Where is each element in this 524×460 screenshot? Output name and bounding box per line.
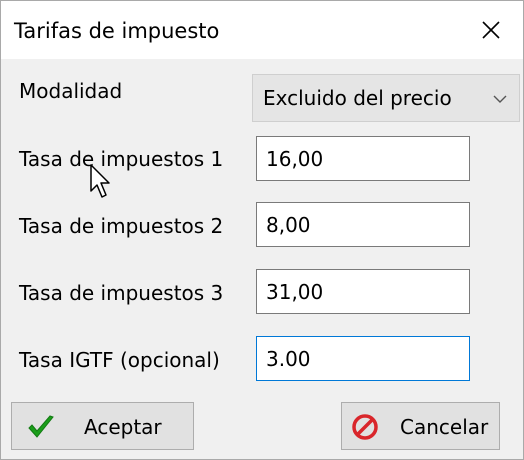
- rate2-input[interactable]: 8,00: [256, 202, 470, 247]
- title-bar: Tarifas de impuesto: [1, 1, 523, 59]
- close-button[interactable]: [459, 1, 523, 59]
- rate3-input[interactable]: 31,00: [256, 269, 470, 314]
- igtf-input[interactable]: 3.00: [256, 336, 470, 381]
- cancel-prohibited-icon: [352, 414, 378, 440]
- cancel-button[interactable]: Cancelar: [341, 402, 500, 450]
- rate2-label: Tasa de impuestos 2: [19, 214, 224, 238]
- chevron-down-icon: [493, 95, 507, 103]
- modalidad-label: Modalidad: [19, 79, 123, 103]
- mouse-cursor-icon: [90, 164, 110, 198]
- accept-button[interactable]: Aceptar: [11, 402, 194, 450]
- accept-button-label: Aceptar: [84, 415, 162, 439]
- modalidad-select[interactable]: Excluido del precio: [252, 74, 520, 122]
- rate1-input[interactable]: 16,00: [256, 136, 470, 181]
- dialog-title: Tarifas de impuesto: [14, 19, 220, 43]
- rate3-label: Tasa de impuestos 3: [19, 281, 224, 305]
- igtf-value: 3.00: [266, 347, 311, 371]
- dialog-body: Modalidad Excluido del precio Tasa de im…: [1, 59, 523, 459]
- igtf-label: Tasa IGTF (opcional): [19, 348, 220, 372]
- rate2-value: 8,00: [266, 213, 311, 237]
- modalidad-selected-value: Excluido del precio: [263, 86, 452, 110]
- checkmark-icon: [28, 415, 54, 438]
- tax-rates-dialog: Tarifas de impuesto Modalidad Excluido d…: [0, 0, 524, 460]
- rate1-value: 16,00: [266, 147, 324, 171]
- rate1-label: Tasa de impuestos 1: [19, 147, 224, 171]
- rate3-value: 31,00: [266, 280, 324, 304]
- close-icon: [482, 21, 500, 39]
- cancel-button-label: Cancelar: [400, 415, 489, 439]
